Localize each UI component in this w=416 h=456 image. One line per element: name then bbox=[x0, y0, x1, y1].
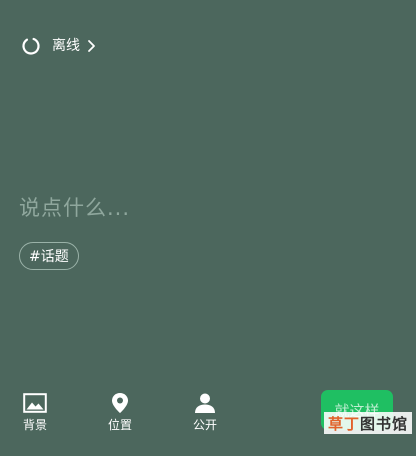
image-icon bbox=[23, 393, 47, 413]
watermark-part1: 草丁 bbox=[327, 414, 360, 433]
location-pin-icon bbox=[112, 393, 128, 413]
status-label: 离线 bbox=[52, 38, 80, 54]
background-button[interactable]: 背景 bbox=[10, 392, 60, 432]
chevron-right-icon bbox=[88, 40, 95, 52]
location-button[interactable]: 位置 bbox=[95, 392, 145, 432]
person-icon bbox=[195, 393, 215, 413]
visibility-label: 公开 bbox=[192, 418, 217, 432]
topic-chip[interactable]: #话题 bbox=[19, 242, 79, 270]
compose-input[interactable]: 说点什么... bbox=[19, 193, 130, 223]
connection-status[interactable]: 离线 bbox=[21, 36, 96, 56]
loading-ring-icon bbox=[22, 37, 40, 55]
watermark-part2: 图书馆 bbox=[359, 414, 408, 433]
location-label: 位置 bbox=[107, 418, 132, 432]
watermark: 草丁 图书馆 bbox=[323, 412, 412, 434]
visibility-button[interactable]: 公开 bbox=[180, 392, 230, 432]
background-label: 背景 bbox=[22, 418, 47, 432]
